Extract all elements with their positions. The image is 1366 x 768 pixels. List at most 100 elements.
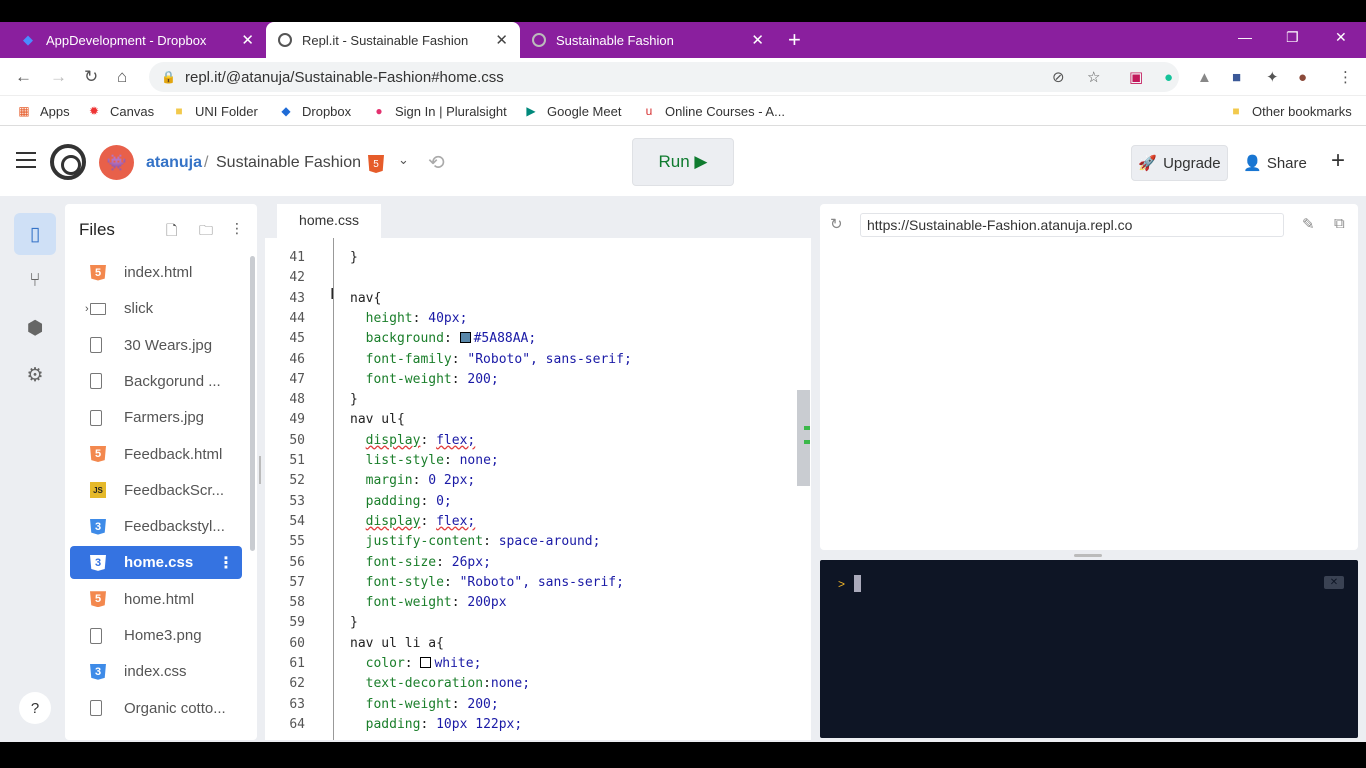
edit-pencil-icon[interactable]: ✎ [1302, 215, 1315, 233]
puzzle-icon[interactable]: ✦ [1266, 58, 1279, 96]
kebab-menu-icon[interactable]: ⋮ [230, 220, 244, 237]
add-folder-icon[interactable]: 🗀 [199, 220, 213, 244]
code-line[interactable]: 64 padding: 10px 122px; [265, 715, 795, 735]
chevron-right-icon[interactable]: › [85, 303, 89, 315]
close-icon[interactable]: ✕ [241, 31, 254, 49]
code-line[interactable]: 52 margin: 0 2px; [265, 471, 795, 491]
bookmark-canvas[interactable]: ✹ Canvas [86, 96, 154, 126]
menu-dots-icon[interactable]: ⋮ [1338, 58, 1353, 96]
replit-logo[interactable] [50, 144, 86, 180]
packages-icon[interactable]: ⬢ [14, 307, 56, 349]
preview-url-field[interactable]: https://Sustainable-Fashion.atanuja.repl… [860, 213, 1284, 237]
code-line[interactable]: 47 font-weight: 200; [265, 370, 795, 390]
bookmark-apps[interactable]: ▦ Apps [16, 96, 69, 126]
files-icon[interactable]: ▯ [14, 213, 56, 255]
eye-off-icon[interactable]: ⊘ [1052, 58, 1065, 96]
code-line[interactable]: 42 [265, 268, 795, 288]
close-icon[interactable]: ✕ [751, 31, 764, 49]
file-item[interactable]: 3 Feedbackstyl... [70, 510, 242, 543]
settings-gear-icon[interactable]: ⚙ [14, 354, 56, 396]
reload-icon[interactable]: ↻ [84, 58, 98, 96]
chevron-down-icon[interactable]: ⌄ [398, 152, 409, 168]
extension-badge-icon[interactable]: ■ [1232, 58, 1241, 96]
code-line[interactable]: 57 font-style: "Roboto", sans-serif; [265, 573, 795, 593]
project-name[interactable]: Sustainable Fashion [216, 154, 361, 172]
console-resize-handle[interactable] [1074, 554, 1102, 557]
file-item[interactable]: › slick [70, 292, 242, 325]
minimize-icon[interactable]: — [1238, 22, 1252, 52]
file-item[interactable]: Farmers.jpg [70, 401, 242, 434]
file-item[interactable]: 30 Wears.jpg [70, 329, 242, 362]
help-icon[interactable]: ? [19, 692, 51, 724]
code-line[interactable]: 55 justify-content: space-around; [265, 532, 795, 552]
window-close-icon[interactable]: ✕ [1335, 22, 1347, 52]
file-item[interactable]: Home3.png [70, 619, 242, 652]
code-line[interactable]: 45 background: #5A88AA; [265, 329, 795, 349]
drive-icon[interactable]: ▲ [1197, 58, 1212, 96]
code-line[interactable]: 63 font-weight: 200; [265, 695, 795, 715]
forward-icon[interactable]: → [50, 58, 67, 96]
bookmark-dropbox[interactable]: ◆ Dropbox [278, 96, 351, 126]
history-icon[interactable]: ⟲ [428, 150, 445, 175]
add-pane-button[interactable]: + [1331, 147, 1345, 175]
bookmark-google-meet[interactable]: ▶ Google Meet [523, 96, 621, 126]
code-line[interactable]: 41} [265, 248, 795, 268]
new-tab-button[interactable]: + [788, 22, 801, 58]
restore-icon[interactable]: ❐ [1286, 22, 1299, 52]
code-line[interactable]: 43 nav{ [265, 289, 795, 309]
hamburger-icon[interactable] [16, 152, 36, 168]
tab-home-css[interactable]: home.css [277, 204, 381, 238]
kebab-menu-icon[interactable]: ⋮ [218, 553, 234, 573]
code-line[interactable]: 54 display: flex; [265, 512, 795, 532]
file-item[interactable]: 3 index.css [70, 655, 242, 688]
file-item[interactable]: Organic cotto... [70, 692, 242, 725]
profile-avatar[interactable]: ● [1298, 58, 1307, 96]
code-line[interactable]: 51 list-style: none; [265, 451, 795, 471]
tab-replit[interactable]: Repl.it - Sustainable Fashion ✕ [266, 22, 520, 58]
code-line[interactable]: 53 padding: 0; [265, 492, 795, 512]
version-control-icon[interactable]: ⑂ [14, 260, 56, 302]
bookmark-other[interactable]: ■ Other bookmarks [1228, 96, 1351, 126]
upgrade-button[interactable]: 🚀 Upgrade [1131, 145, 1228, 181]
add-file-icon[interactable]: 🗋 [166, 220, 177, 244]
code-line[interactable]: 59} [265, 613, 795, 633]
home-icon[interactable]: ⌂ [117, 58, 127, 96]
file-item[interactable]: 5 index.html [70, 256, 242, 289]
tab-dropbox[interactable]: ◆ AppDevelopment - Dropbox ✕ [8, 22, 266, 58]
files-scrollbar[interactable] [250, 256, 255, 551]
code-line[interactable]: 62 text-decoration:none; [265, 674, 795, 694]
pane-resize-handle[interactable] [259, 456, 261, 484]
star-icon[interactable]: ☆ [1087, 58, 1100, 96]
refresh-icon[interactable]: ↻ [830, 215, 843, 233]
file-item[interactable]: 5 home.html [70, 583, 242, 616]
user-avatar[interactable]: 👾 [99, 145, 134, 180]
code-line[interactable]: 49 nav ul{ [265, 410, 795, 430]
back-icon[interactable]: ← [15, 58, 32, 96]
run-button[interactable]: Run ▶ [632, 138, 734, 186]
pocket-icon[interactable]: ▣ [1129, 58, 1143, 96]
clear-console-icon[interactable]: ✕ [1324, 576, 1344, 589]
code-line[interactable]: 56 font-size: 26px; [265, 553, 795, 573]
file-item[interactable]: Backgorund ... [70, 365, 242, 398]
file-item[interactable]: 5 Feedback.html [70, 438, 242, 471]
share-button[interactable]: 👤 Share [1237, 145, 1313, 181]
editor-scrollbar[interactable] [797, 390, 810, 486]
username-link[interactable]: atanuja [146, 154, 202, 172]
url-field[interactable]: 🔒 repl.it/@atanuja/Sustainable-Fashion#h… [149, 62, 1179, 92]
open-new-tab-icon[interactable]: ⧉ [1334, 215, 1345, 232]
code-line[interactable]: 61 color: white; [265, 654, 795, 674]
console-panel[interactable]: > ✕ [820, 560, 1358, 738]
bookmark-pluralsight[interactable]: ● Sign In | Pluralsight [371, 96, 506, 126]
grammarly-icon[interactable]: ● [1164, 58, 1173, 96]
file-item[interactable]: 3 home.css ⋮ [70, 546, 242, 580]
code-line[interactable]: 60 nav ul li a{ [265, 634, 795, 654]
tab-sustainable-fashion[interactable]: Sustainable Fashion ✕ [520, 22, 776, 58]
close-icon[interactable]: ✕ [495, 31, 508, 49]
code-line[interactable]: 48} [265, 390, 795, 410]
code-line[interactable]: 50 display: flex; [265, 431, 795, 451]
code-line[interactable]: 46 font-family: "Roboto", sans-serif; [265, 350, 795, 370]
code-line[interactable]: 58 font-weight: 200px [265, 593, 795, 613]
file-item[interactable]: JS FeedbackScr... [70, 474, 242, 507]
code-area[interactable]: 41} 42 43 nav{44 height: 40px; 45 background… [265, 238, 795, 740]
bookmark-online-courses[interactable]: u Online Courses - A... [641, 96, 785, 126]
